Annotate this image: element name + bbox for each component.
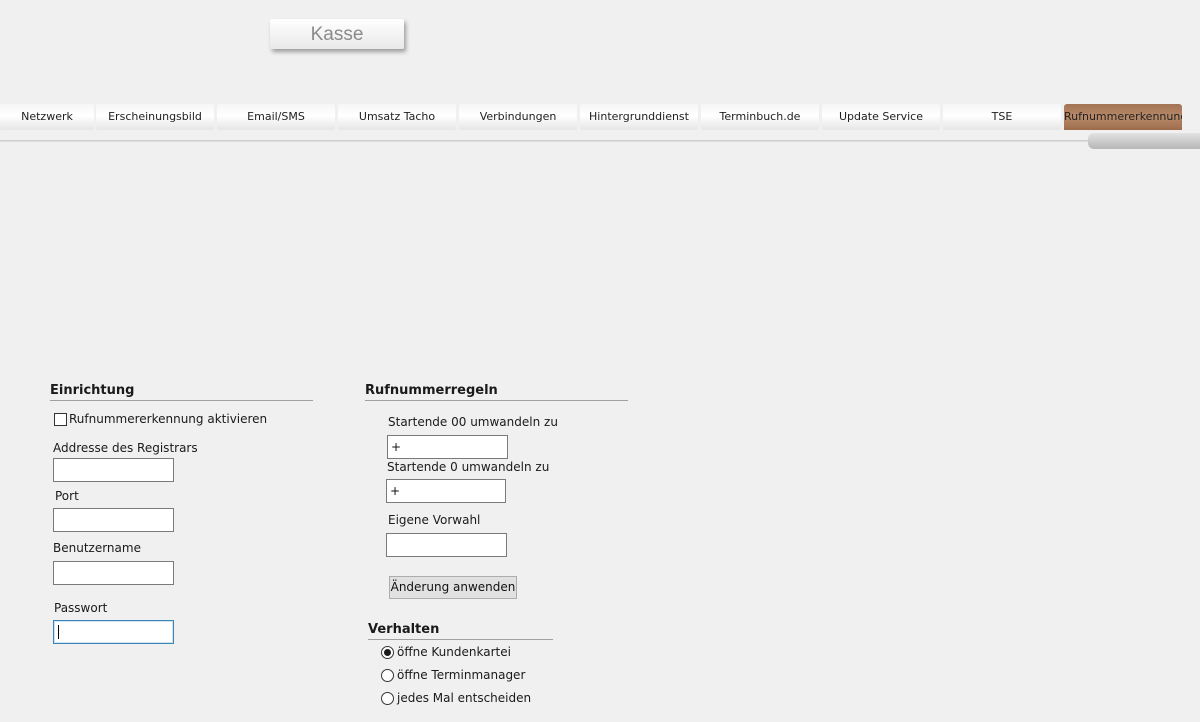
tab-update-service[interactable]: Update Service	[822, 104, 940, 130]
radio-open-customer-card[interactable]	[381, 646, 394, 659]
tab-hintergrunddienst[interactable]: Hintergrunddienst	[580, 104, 698, 130]
radio-open-appointment-manager[interactable]	[381, 669, 394, 682]
tab-verbindungen[interactable]: Verbindungen	[459, 104, 577, 130]
rule-00-input[interactable]: +	[387, 435, 508, 459]
username-label: Benutzername	[53, 541, 141, 555]
tab-rufnummererkennung[interactable]: Rufnummererkennung	[1064, 104, 1182, 130]
tab-terminbuch[interactable]: Terminbuch.de	[701, 104, 819, 130]
rule-0-label: Startende 0 umwandeln zu	[387, 460, 550, 474]
tab-tse[interactable]: TSE	[943, 104, 1061, 130]
area-code-label: Eigene Vorwahl	[388, 513, 481, 527]
verhalten-heading: Verhalten	[368, 622, 553, 640]
radio-selected-dot	[384, 649, 391, 656]
tab-bar-divider	[0, 140, 1200, 142]
password-label: Passwort	[54, 601, 108, 615]
tab-umsatz-tacho[interactable]: Umsatz Tacho	[338, 104, 456, 130]
registrar-label: Addresse des Registrars	[53, 441, 198, 455]
apply-changes-button[interactable]: Änderung anwenden	[389, 576, 517, 599]
password-input[interactable]	[53, 620, 174, 644]
username-input[interactable]	[53, 561, 174, 585]
registrar-address-input[interactable]	[53, 458, 174, 482]
activate-caller-id-label[interactable]: Rufnummererkennung aktivieren	[69, 412, 267, 427]
tab-netzwerk[interactable]: Netzwerk	[0, 104, 94, 130]
tab-erscheinungsbild[interactable]: Erscheinungsbild	[96, 104, 214, 130]
area-code-input[interactable]	[386, 533, 507, 557]
port-label: Port	[55, 489, 79, 503]
rule-0-input[interactable]: +	[386, 479, 506, 503]
radio-decide-each-time[interactable]	[381, 692, 394, 705]
rule-00-label: Startende 00 umwandeln zu	[388, 415, 558, 429]
option-open-appointment-manager-label[interactable]: öffne Terminmanager	[397, 668, 525, 683]
einrichtung-heading: Einrichtung	[50, 383, 313, 401]
rufnummerregeln-heading: Rufnummerregeln	[365, 383, 628, 401]
option-decide-each-time-label[interactable]: jedes Mal entscheiden	[397, 691, 531, 706]
port-input[interactable]	[53, 508, 174, 532]
tab-bar-scroll-handle[interactable]	[1088, 133, 1200, 149]
option-open-customer-card-label[interactable]: öffne Kundenkartei	[397, 645, 511, 660]
kasse-title-tab[interactable]: Kasse	[270, 19, 404, 49]
text-caret	[58, 625, 59, 639]
tab-email-sms[interactable]: Email/SMS	[217, 104, 335, 130]
activate-caller-id-checkbox[interactable]	[54, 413, 67, 426]
